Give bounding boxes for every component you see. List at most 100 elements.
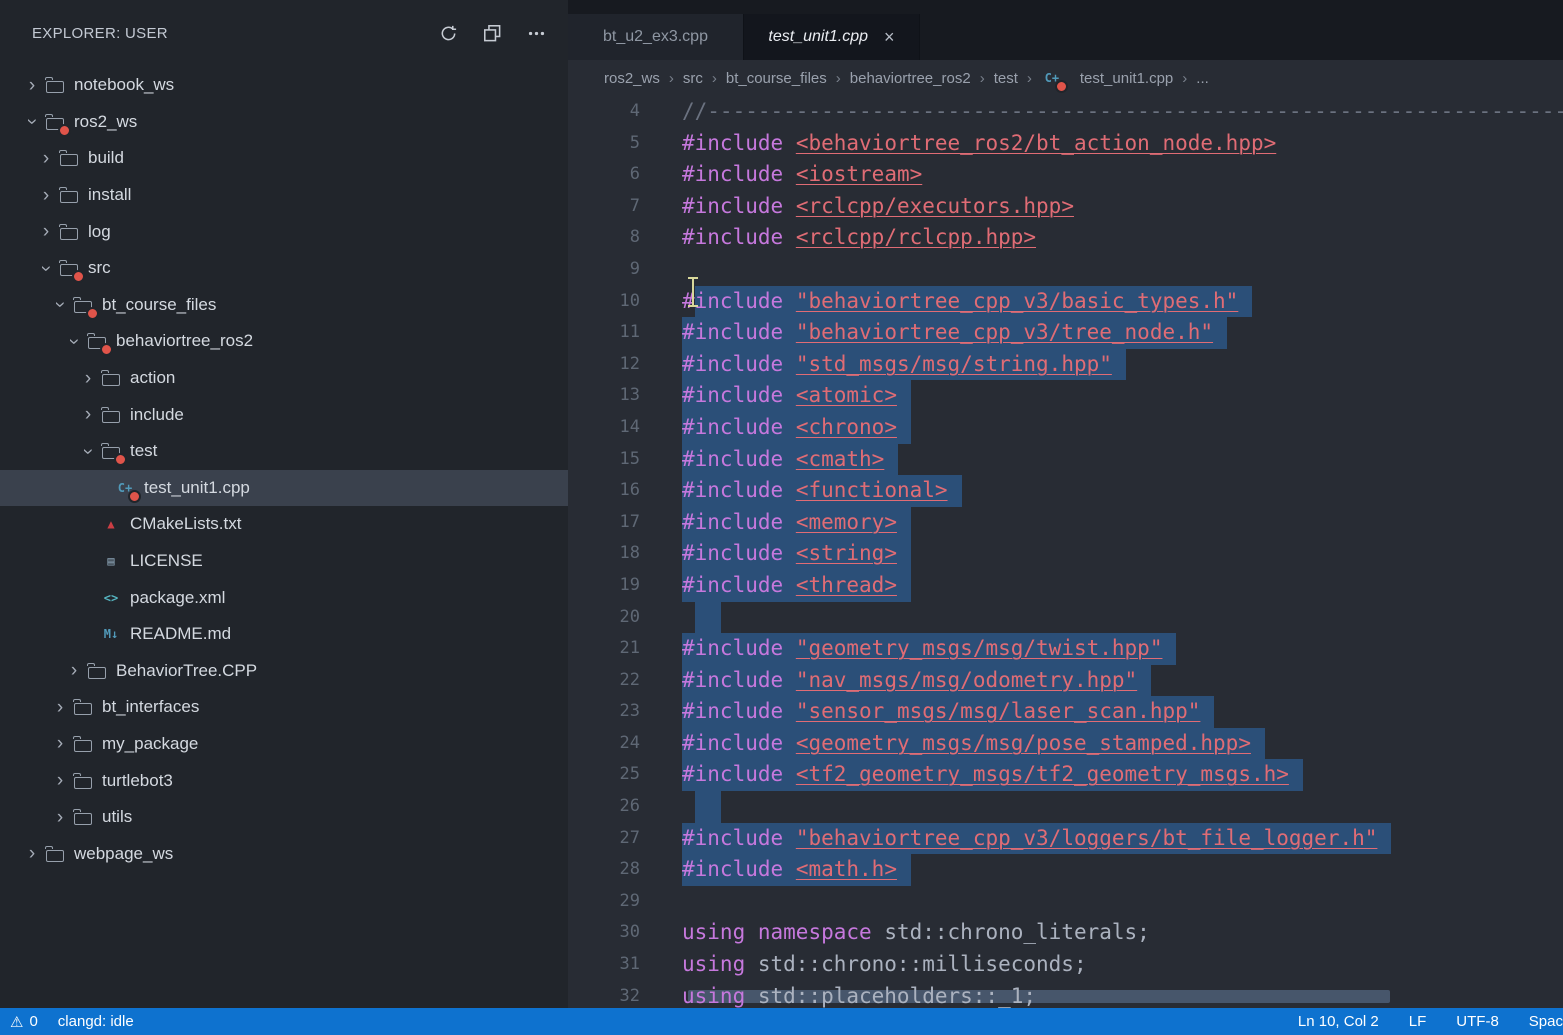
line-number[interactable]: 28: [568, 854, 640, 886]
tree-item-action[interactable]: ›action: [0, 360, 568, 397]
chevron-icon[interactable]: ›: [76, 405, 100, 424]
line-number[interactable]: 17: [568, 507, 640, 539]
chevron-icon[interactable]: ›: [51, 293, 70, 317]
line-number[interactable]: 5: [568, 128, 640, 160]
line-number[interactable]: 16: [568, 475, 640, 507]
line-number[interactable]: 30: [568, 917, 640, 949]
code-line[interactable]: 18#include <string>: [568, 538, 1563, 570]
line-number[interactable]: 6: [568, 159, 640, 191]
code-line[interactable]: 26: [568, 791, 1563, 823]
tree-item-readme-md[interactable]: M↓README.md: [0, 616, 568, 653]
line-number[interactable]: 26: [568, 791, 640, 823]
line-number[interactable]: 25: [568, 759, 640, 791]
breadcrumb-ellipsis[interactable]: ...: [1196, 70, 1209, 87]
chevron-icon[interactable]: ›: [37, 256, 56, 280]
code-line[interactable]: 19#include <thread>: [568, 570, 1563, 602]
code-line[interactable]: 21#include "geometry_msgs/msg/twist.hpp": [568, 633, 1563, 665]
tree-item-log[interactable]: ›log: [0, 213, 568, 250]
code-line[interactable]: 6#include <iostream>: [568, 159, 1563, 191]
chevron-icon[interactable]: ›: [65, 329, 84, 353]
line-number[interactable]: 13: [568, 380, 640, 412]
code-line[interactable]: 20: [568, 602, 1563, 634]
line-number[interactable]: 10: [568, 286, 640, 318]
tab-test-unit1-cpp[interactable]: test_unit1.cpp×: [744, 14, 920, 60]
chevron-icon[interactable]: ›: [48, 734, 72, 753]
breadcrumb-item-test[interactable]: test: [994, 70, 1018, 87]
tree-item-install[interactable]: ›install: [0, 177, 568, 214]
chevron-icon[interactable]: ›: [62, 661, 86, 680]
collapse-folders-icon[interactable]: [482, 24, 502, 44]
line-number[interactable]: 18: [568, 538, 640, 570]
tree-item-license[interactable]: ▤LICENSE: [0, 543, 568, 580]
tab-bt-u2-ex3-cpp[interactable]: bt_u2_ex3.cpp: [568, 14, 744, 60]
code-line[interactable]: 29: [568, 886, 1563, 918]
code-line[interactable]: 30using namespace std::chrono_literals;: [568, 917, 1563, 949]
tree-item-my-package[interactable]: ›my_package: [0, 726, 568, 763]
code-line[interactable]: 31using std::chrono::milliseconds;: [568, 949, 1563, 981]
code-line[interactable]: 14#include <chrono>: [568, 412, 1563, 444]
code-line[interactable]: 4//-------------------------------------…: [568, 96, 1563, 128]
line-number[interactable]: 24: [568, 728, 640, 760]
chevron-icon[interactable]: ›: [48, 698, 72, 717]
code-line[interactable]: 17#include <memory>: [568, 507, 1563, 539]
chevron-icon[interactable]: ›: [48, 771, 72, 790]
more-actions-icon[interactable]: [526, 24, 546, 44]
line-number[interactable]: 27: [568, 823, 640, 855]
chevron-icon[interactable]: ›: [20, 844, 44, 863]
code-line[interactable]: 27#include "behaviortree_cpp_v3/loggers/…: [568, 823, 1563, 855]
tree-item-ros2-ws[interactable]: ›ros2_ws: [0, 104, 568, 141]
tree-item-test-unit1-cpp[interactable]: C+test_unit1.cpp: [0, 470, 568, 507]
line-number[interactable]: 11: [568, 317, 640, 349]
tree-item-bt-interfaces[interactable]: ›bt_interfaces: [0, 689, 568, 726]
tree-item-turtlebot3[interactable]: ›turtlebot3: [0, 762, 568, 799]
line-number[interactable]: 8: [568, 222, 640, 254]
line-number[interactable]: 29: [568, 886, 640, 918]
breadcrumb-item-behaviortree-ros2[interactable]: behaviortree_ros2: [850, 70, 971, 87]
line-number[interactable]: 22: [568, 665, 640, 697]
clangd-status[interactable]: clangd: idle: [58, 1013, 134, 1030]
code-line[interactable]: 28#include <math.h>: [568, 854, 1563, 886]
status-item-lf[interactable]: LF: [1409, 1013, 1427, 1030]
breadcrumb-item-test-unit1-cpp[interactable]: test_unit1.cpp: [1080, 70, 1173, 87]
tree-item-cmakelists-txt[interactable]: ▲CMakeLists.txt: [0, 506, 568, 543]
tree-item-behaviortree-cpp[interactable]: ›BehaviorTree.CPP: [0, 653, 568, 690]
chevron-icon[interactable]: ›: [76, 369, 100, 388]
line-number[interactable]: 19: [568, 570, 640, 602]
tree-item-bt-course-files[interactable]: ›bt_course_files: [0, 287, 568, 324]
close-icon[interactable]: ×: [884, 27, 895, 48]
line-number[interactable]: 4: [568, 96, 640, 128]
line-number[interactable]: 23: [568, 696, 640, 728]
chevron-icon[interactable]: ›: [20, 76, 44, 95]
chevron-icon[interactable]: ›: [79, 439, 98, 463]
code-line[interactable]: 11#include "behaviortree_cpp_v3/tree_nod…: [568, 317, 1563, 349]
code-line[interactable]: 13#include <atomic>: [568, 380, 1563, 412]
tree-item-package-xml[interactable]: <>package.xml: [0, 579, 568, 616]
code-line[interactable]: 10#include "behaviortree_cpp_v3/basic_ty…: [568, 286, 1563, 318]
code-line[interactable]: 8#include <rclcpp/rclcpp.hpp>: [568, 222, 1563, 254]
status-item-ln-10-col-2[interactable]: Ln 10, Col 2: [1298, 1013, 1379, 1030]
code-line[interactable]: 9: [568, 254, 1563, 286]
code-line[interactable]: 22#include "nav_msgs/msg/odometry.hpp": [568, 665, 1563, 697]
breadcrumb-item-bt-course-files[interactable]: bt_course_files: [726, 70, 827, 87]
code-editor[interactable]: 4//-------------------------------------…: [568, 96, 1563, 1008]
chevron-icon[interactable]: ›: [34, 222, 58, 241]
tree-item-webpage-ws[interactable]: ›webpage_ws: [0, 835, 568, 872]
chevron-icon[interactable]: ›: [34, 149, 58, 168]
line-number[interactable]: 7: [568, 191, 640, 223]
line-number[interactable]: 21: [568, 633, 640, 665]
line-number[interactable]: 12: [568, 349, 640, 381]
line-number[interactable]: 31: [568, 949, 640, 981]
tree-item-include[interactable]: ›include: [0, 396, 568, 433]
tree-item-build[interactable]: ›build: [0, 140, 568, 177]
code-line[interactable]: 12#include "std_msgs/msg/string.hpp": [568, 349, 1563, 381]
tree-item-test[interactable]: ›test: [0, 433, 568, 470]
tree-item-behaviortree-ros2[interactable]: ›behaviortree_ros2: [0, 323, 568, 360]
chevron-icon[interactable]: ›: [34, 186, 58, 205]
code-line[interactable]: 15#include <cmath>: [568, 444, 1563, 476]
breadcrumb-item-ros2-ws[interactable]: ros2_ws: [604, 70, 660, 87]
code-line[interactable]: 25#include <tf2_geometry_msgs/tf2_geomet…: [568, 759, 1563, 791]
line-number[interactable]: 14: [568, 412, 640, 444]
tree-item-src[interactable]: ›src: [0, 250, 568, 287]
code-line[interactable]: 7#include <rclcpp/executors.hpp>: [568, 191, 1563, 223]
code-line[interactable]: 16#include <functional>: [568, 475, 1563, 507]
